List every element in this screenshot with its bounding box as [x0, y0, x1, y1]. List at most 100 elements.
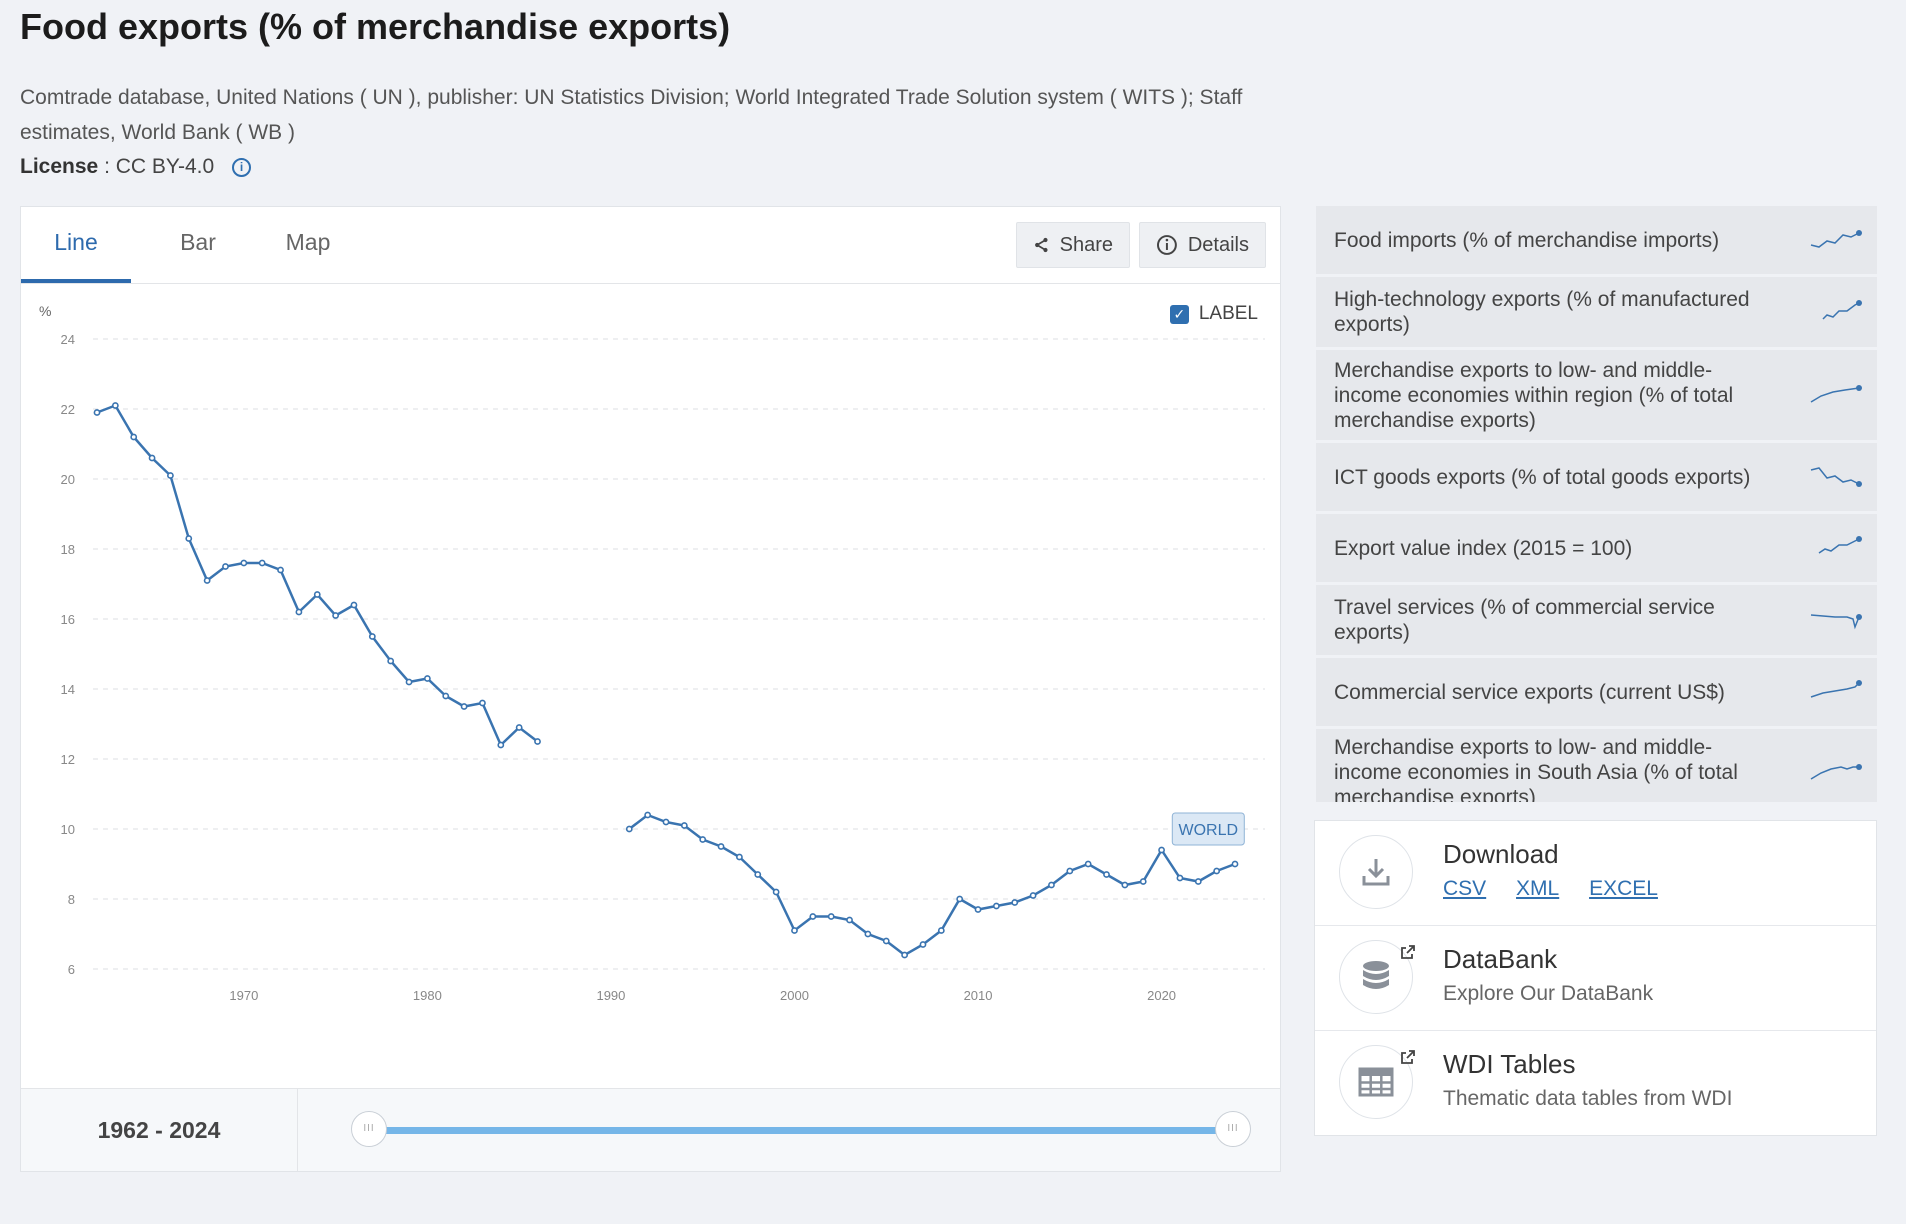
range-start: 1962: [97, 1117, 149, 1143]
data-point: [791, 927, 798, 934]
data-point: [185, 535, 193, 542]
tab-bar[interactable]: Bar: [151, 207, 245, 283]
data-point: [827, 913, 835, 920]
slider-handle-end[interactable]: III: [1215, 1111, 1251, 1147]
related-indicator-label: Export value index (2015 = 100): [1334, 536, 1633, 560]
sparkline-icon: [1810, 680, 1862, 698]
external-link-icon: [1401, 1050, 1415, 1064]
info-circle-icon: [1156, 235, 1177, 255]
data-point: [644, 811, 652, 819]
tab-map[interactable]: Map: [261, 207, 355, 283]
y-axis-unit: %: [39, 303, 51, 319]
details-button[interactable]: Details: [1139, 222, 1266, 268]
tab-line[interactable]: Line: [21, 207, 131, 283]
related-indicator-item[interactable]: Merchandise exports to low- and middle-i…: [1316, 350, 1877, 440]
data-point: [864, 930, 872, 938]
info-icon[interactable]: i: [232, 158, 252, 177]
related-indicator-label: Food imports (% of merchandise imports): [1334, 228, 1720, 252]
data-point: [809, 913, 817, 920]
data-point: [662, 818, 670, 826]
data-point: [717, 843, 725, 850]
related-indicator-item[interactable]: Export value index (2015 = 100): [1316, 514, 1877, 582]
data-point: [937, 927, 945, 934]
slider-handle-start[interactable]: III: [351, 1111, 387, 1147]
details-label: Details: [1187, 233, 1249, 256]
chart-panel: Line Bar Map Share Details ✓ LABEL % 6 8 10…: [20, 206, 1281, 1172]
data-point: [1121, 881, 1129, 889]
y-tick-label: 12: [61, 752, 75, 767]
page-title: Food exports (% of merchandise exports): [20, 6, 731, 47]
y-tick-label: 22: [61, 402, 75, 417]
data-point: [699, 836, 707, 843]
chart-tabs: Line Bar Map Share Details: [21, 207, 1280, 284]
data-point: [736, 853, 743, 861]
data-point: [754, 871, 762, 878]
slider-track[interactable]: [369, 1127, 1233, 1134]
y-tick-label: 14: [61, 682, 75, 697]
x-tick-label: 1980: [413, 988, 442, 1003]
share-icon: [1035, 237, 1048, 253]
download-xml-link[interactable]: XML: [1516, 877, 1559, 900]
series-line: [628, 813, 1236, 957]
y-tick-label: 10: [61, 822, 75, 837]
related-indicator-label: High-technology exports (% of manufactur…: [1334, 288, 1750, 336]
related-indicator-label: Merchandise exports to low- and middle-i…: [1334, 358, 1734, 432]
year-range-slider: 1962 - 2024 III III: [21, 1088, 1280, 1171]
data-point: [442, 692, 450, 700]
sparkline-icon: [1810, 764, 1862, 780]
data-point: [1231, 860, 1239, 868]
data-point: [1194, 878, 1202, 885]
related-indicator-item[interactable]: High-technology exports (% of manufactur…: [1316, 277, 1877, 347]
download-title: Download: [1443, 839, 1559, 869]
data-point: [387, 657, 395, 665]
year-range-label: 1962 - 2024: [21, 1089, 298, 1171]
x-tick-label: 2020: [1147, 988, 1176, 1003]
data-point: [222, 563, 229, 570]
related-indicator-item[interactable]: ICT goods exports (% of total goods expo…: [1316, 443, 1877, 511]
wdi-title: WDI Tables: [1443, 1049, 1576, 1079]
series-line: [96, 403, 539, 748]
share-button[interactable]: Share: [1016, 222, 1130, 268]
range-end: 2024: [169, 1117, 221, 1143]
related-indicator-item[interactable]: Merchandise exports to low- and middle-i…: [1316, 729, 1877, 802]
databank-link[interactable]: DataBank Explore Our DataBank: [1315, 926, 1876, 1031]
data-point: [203, 577, 211, 584]
data-point: [534, 738, 541, 745]
data-point: [680, 822, 688, 829]
data-point: [240, 559, 248, 567]
share-label: Share: [1059, 233, 1113, 256]
sparkline-icon: [1822, 300, 1862, 320]
data-point: [1176, 874, 1184, 882]
download-excel-link[interactable]: EXCEL: [1589, 877, 1658, 900]
wdi-tables-link[interactable]: WDI Tables Thematic data tables from WDI: [1315, 1031, 1876, 1135]
related-indicator-item[interactable]: Travel services (% of commercial service…: [1316, 585, 1877, 655]
data-point: [130, 433, 138, 441]
y-tick-label: 20: [61, 472, 75, 487]
x-tick-label: 1990: [596, 988, 625, 1003]
download-section: Download CSV XML EXCEL: [1315, 821, 1876, 926]
related-indicators: Food imports (% of merchandise imports) H…: [1316, 206, 1877, 802]
data-point: [901, 951, 909, 959]
related-indicator-item[interactable]: Commercial service exports (current US$): [1316, 658, 1877, 726]
data-point: [515, 724, 523, 731]
related-indicator-label: ICT goods exports (% of total goods expo…: [1334, 465, 1751, 489]
sparkline-icon: [1810, 467, 1862, 487]
range-sep: -: [148, 1117, 170, 1143]
data-point: [974, 906, 982, 913]
related-indicator-item[interactable]: Food imports (% of merchandise imports): [1316, 206, 1877, 274]
sparkline-icon: [1810, 230, 1862, 248]
x-tick-label: 1970: [229, 988, 258, 1003]
external-link-icon: [1401, 945, 1415, 959]
y-tick-label: 16: [61, 612, 75, 627]
data-point: [1011, 899, 1019, 906]
data-point: [919, 941, 927, 948]
download-csv-link[interactable]: CSV: [1443, 877, 1486, 900]
y-tick-label: 24: [61, 332, 75, 347]
y-tick-label: 8: [68, 892, 75, 907]
related-indicator-label: Commercial service exports (current US$): [1334, 680, 1725, 704]
data-point: [1158, 846, 1165, 854]
data-point: [405, 678, 413, 686]
data-point: [1213, 867, 1221, 875]
data-point: [148, 454, 156, 462]
data-point: [956, 895, 964, 903]
